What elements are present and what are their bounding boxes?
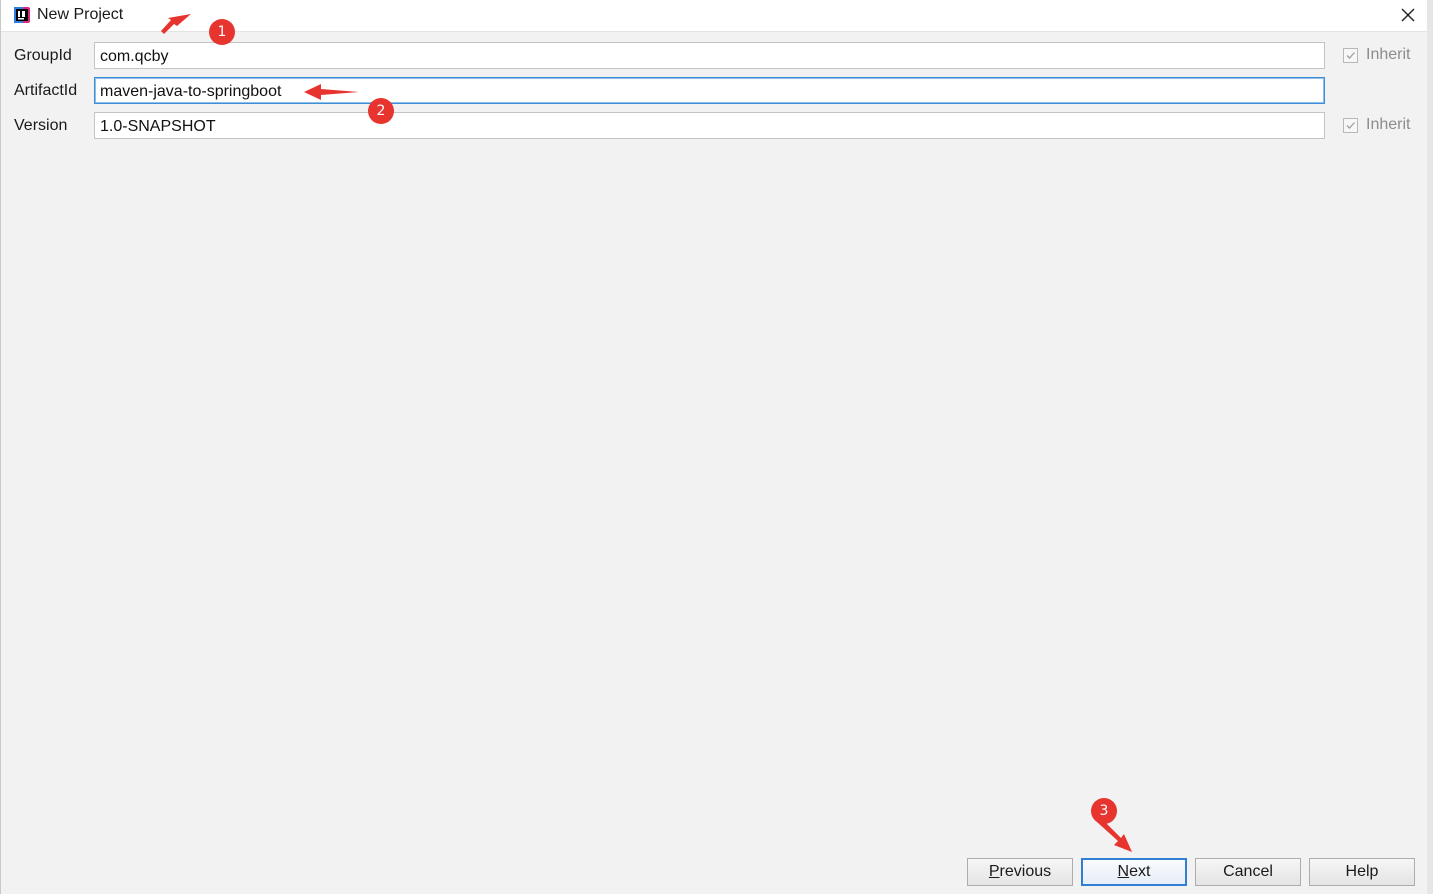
intellij-idea-icon — [14, 7, 30, 23]
annotation-badge-1: 1 — [209, 19, 235, 45]
next-button[interactable]: Next — [1081, 858, 1187, 886]
version-input[interactable] — [94, 112, 1325, 139]
groupid-input[interactable] — [94, 42, 1325, 69]
artifactid-label: ArtifactId — [14, 82, 78, 99]
version-label: Version — [14, 117, 68, 134]
previous-label: revious — [999, 863, 1052, 880]
groupid-inherit-checkbox[interactable]: Inherit — [1343, 45, 1410, 65]
version-inherit-checkbox[interactable]: Inherit — [1343, 115, 1410, 135]
annotation-badge-3: 3 — [1091, 798, 1117, 824]
artifactid-input[interactable] — [94, 77, 1325, 104]
new-project-dialog: New Project GroupId Inherit ArtifactId V… — [0, 0, 1433, 894]
close-icon[interactable] — [1397, 4, 1419, 26]
annotation-badge-2: 2 — [368, 98, 394, 124]
window-title: New Project — [37, 6, 124, 23]
previous-mnemonic: P — [988, 863, 1000, 880]
help-button[interactable]: Help — [1309, 858, 1415, 886]
next-label: ext — [1129, 863, 1151, 880]
previous-button[interactable]: Previous — [967, 858, 1073, 886]
checkbox-checked-icon — [1343, 47, 1358, 63]
groupid-label: GroupId — [14, 47, 72, 64]
checkbox-checked-icon — [1343, 117, 1358, 133]
cancel-button[interactable]: Cancel — [1195, 858, 1301, 886]
next-mnemonic: N — [1117, 863, 1130, 880]
version-inherit-label: Inherit — [1366, 116, 1411, 133]
groupid-inherit-label: Inherit — [1366, 46, 1411, 63]
